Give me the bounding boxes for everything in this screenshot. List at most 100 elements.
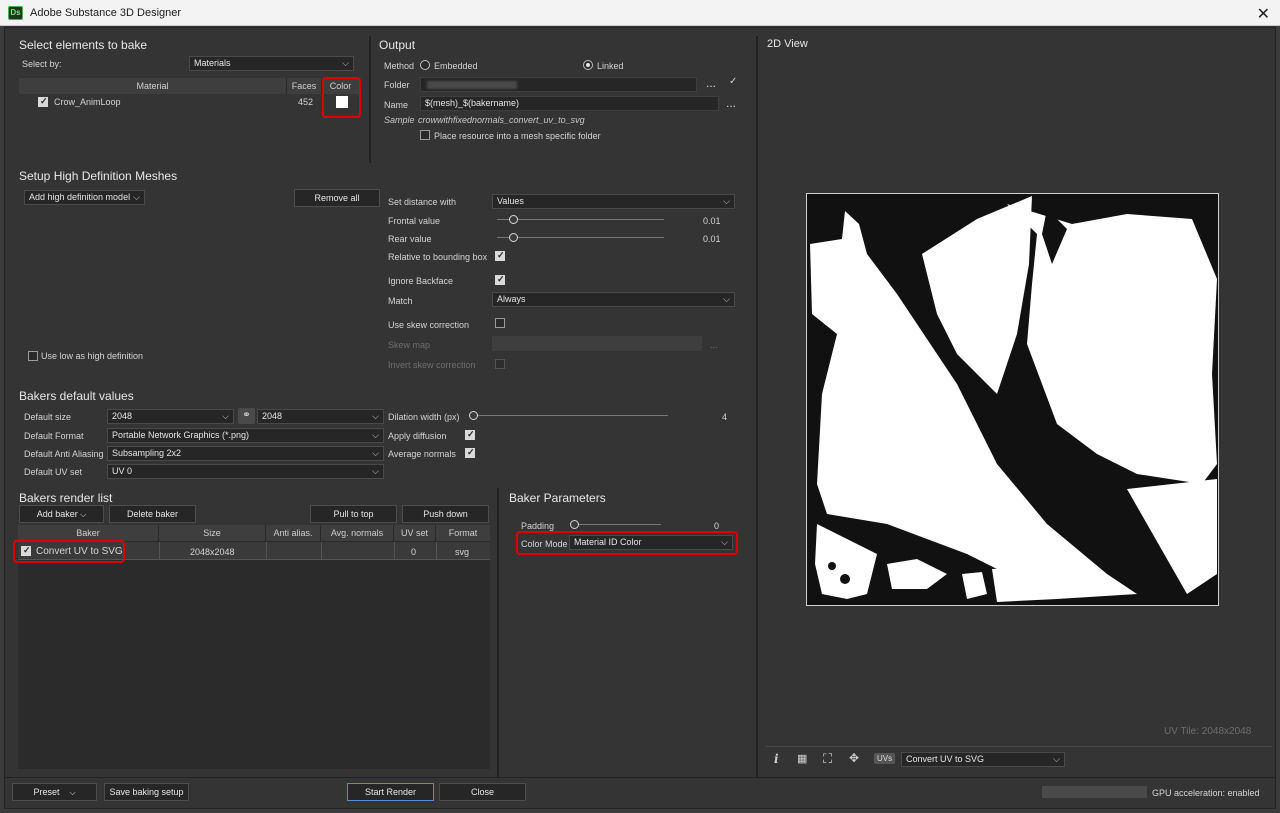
material-color-swatch[interactable] <box>336 96 348 108</box>
match-label: Match <box>388 296 413 306</box>
dilation-label: Dilation width (px) <box>388 412 460 422</box>
frontal-label: Frontal value <box>388 216 441 226</box>
skew-map-field <box>492 336 702 351</box>
default-format-dropdown[interactable]: Portable Network Graphics (*.png) ⌵ <box>107 428 384 443</box>
folder-browse-button[interactable]: ... <box>706 76 716 90</box>
material-row-checkbox[interactable] <box>38 96 48 107</box>
ignore-backface-label: Ignore Backface <box>388 276 454 286</box>
match-value: Always <box>497 294 526 304</box>
col-anti-alias[interactable]: Anti alias. <box>266 525 321 541</box>
gpu-status: GPU acceleration: enabled <box>1152 788 1260 798</box>
separator-3 <box>756 36 758 778</box>
uvs-badge[interactable]: UVs <box>874 753 896 764</box>
baker-highlight-box <box>13 540 125 563</box>
average-normals-checkbox[interactable] <box>465 447 475 458</box>
apply-diffusion-checkbox[interactable] <box>465 429 475 440</box>
rear-slider-handle[interactable] <box>509 233 518 242</box>
col-faces[interactable]: Faces <box>287 78 322 94</box>
rear-label: Rear value <box>388 234 432 244</box>
chevron-down-icon: ⌵ <box>723 196 730 206</box>
view2d-heading: 2D View <box>767 38 808 50</box>
folder-input[interactable] <box>420 77 697 92</box>
default-size-height-dropdown[interactable]: 2048 ⌵ <box>257 409 384 424</box>
add-baker-dropdown[interactable]: Add baker ⌵ <box>19 505 104 523</box>
average-normals-label: Average normals <box>388 449 456 459</box>
cell-divider <box>266 542 267 560</box>
padding-slider-handle[interactable] <box>570 520 579 529</box>
material-faces: 452 <box>298 97 314 107</box>
info-icon[interactable]: i <box>774 752 779 766</box>
set-distance-label: Set distance with <box>388 197 457 207</box>
col-material[interactable]: Material <box>19 78 287 94</box>
default-uvset-dropdown[interactable]: UV 0 ⌵ <box>107 464 384 479</box>
remove-all-button[interactable]: Remove all <box>294 189 380 207</box>
match-dropdown[interactable]: Always ⌵ <box>492 292 735 307</box>
folder-check-icon[interactable]: ✓ <box>729 76 737 87</box>
uv-preview-canvas[interactable] <box>806 193 1219 606</box>
skew-correction-checkbox[interactable] <box>495 318 505 328</box>
baker-params-heading: Baker Parameters <box>509 491 606 505</box>
dilation-slider-track[interactable] <box>475 415 668 416</box>
folder-label: Folder <box>384 80 410 90</box>
frontal-slider-handle[interactable] <box>509 215 518 224</box>
preset-label: Preset <box>33 787 60 797</box>
close-button[interactable]: Close <box>439 783 526 801</box>
relative-bbox-checkbox[interactable] <box>495 250 505 261</box>
chevron-down-icon: ⌵ <box>222 411 229 421</box>
chevron-down-icon: ⌵ <box>372 411 379 421</box>
place-resource-checkbox[interactable] <box>420 130 430 140</box>
name-input[interactable]: $(mesh)_$(bakername) <box>420 96 719 111</box>
pull-to-top-button[interactable]: Pull to top <box>310 505 397 523</box>
window-close-icon[interactable]: ✕ <box>1257 4 1270 24</box>
frontal-slider-track[interactable] <box>497 219 664 220</box>
preset-dropdown[interactable]: Preset ⌵ <box>12 783 97 801</box>
grid-icon[interactable]: ▦ <box>797 752 807 765</box>
chevron-down-icon: ⌵ <box>372 430 379 440</box>
set-distance-dropdown[interactable]: Values ⌵ <box>492 194 735 209</box>
default-aa-dropdown[interactable]: Subsampling 2x2 ⌵ <box>107 446 384 461</box>
app-logo-icon: Ds <box>8 6 23 20</box>
method-embedded-radio[interactable] <box>420 60 430 70</box>
default-aa-value: Subsampling 2x2 <box>112 448 182 458</box>
use-low-as-high-label: Use low as high definition <box>41 351 144 361</box>
chevron-down-icon: ⌵ <box>723 294 730 304</box>
start-render-button[interactable]: Start Render <box>347 783 434 801</box>
method-linked-radio[interactable] <box>583 60 593 70</box>
padding-slider-track[interactable] <box>575 524 661 525</box>
chevron-down-icon: ⌵ <box>69 788 76 797</box>
default-uvset-value: UV 0 <box>112 466 133 476</box>
select-by-dropdown[interactable]: Materials ⌵ <box>189 56 354 71</box>
rear-slider-track[interactable] <box>497 237 664 238</box>
col-size[interactable]: Size <box>159 525 266 541</box>
fit-view-icon[interactable]: ⛶ <box>823 751 832 767</box>
save-baking-setup-button[interactable]: Save baking setup <box>104 783 189 801</box>
separator-1 <box>369 36 371 163</box>
cell-divider <box>436 542 437 560</box>
col-format[interactable]: Format <box>436 525 490 541</box>
select-by-label: Select by: <box>22 59 62 69</box>
col-uv-set[interactable]: UV set <box>394 525 436 541</box>
dilation-value: 4 <box>722 412 728 422</box>
defaults-heading: Bakers default values <box>19 389 134 403</box>
pan-icon[interactable]: ✥ <box>849 751 859 765</box>
title-bar: Ds Adobe Substance 3D Designer ✕ <box>0 0 1280 26</box>
cell-divider <box>394 542 395 560</box>
default-aa-label: Default Anti Aliasing <box>24 449 104 459</box>
ignore-backface-checkbox[interactable] <box>495 274 505 285</box>
use-low-as-high-checkbox[interactable] <box>28 351 38 361</box>
padding-label: Padding <box>521 521 555 531</box>
col-avg-normals[interactable]: Avg. normals <box>321 525 394 541</box>
set-distance-value: Values <box>497 196 524 206</box>
select-by-value: Materials <box>194 58 231 68</box>
add-high-def-dropdown[interactable]: Add high definition model ⌵ <box>24 190 145 205</box>
color-mode-highlight-box <box>516 531 738 555</box>
view-baker-dropdown[interactable]: Convert UV to SVG ⌵ <box>901 752 1065 767</box>
default-size-width-dropdown[interactable]: 2048 ⌵ <box>107 409 234 424</box>
col-baker[interactable]: Baker <box>18 525 159 541</box>
link-size-icon[interactable]: ⚭ <box>238 408 255 424</box>
delete-baker-button[interactable]: Delete baker <box>109 505 196 523</box>
name-options-button[interactable]: ... <box>726 96 736 110</box>
dilation-slider-handle[interactable] <box>469 411 478 420</box>
rear-value: 0.01 <box>703 234 721 244</box>
push-down-button[interactable]: Push down <box>402 505 489 523</box>
